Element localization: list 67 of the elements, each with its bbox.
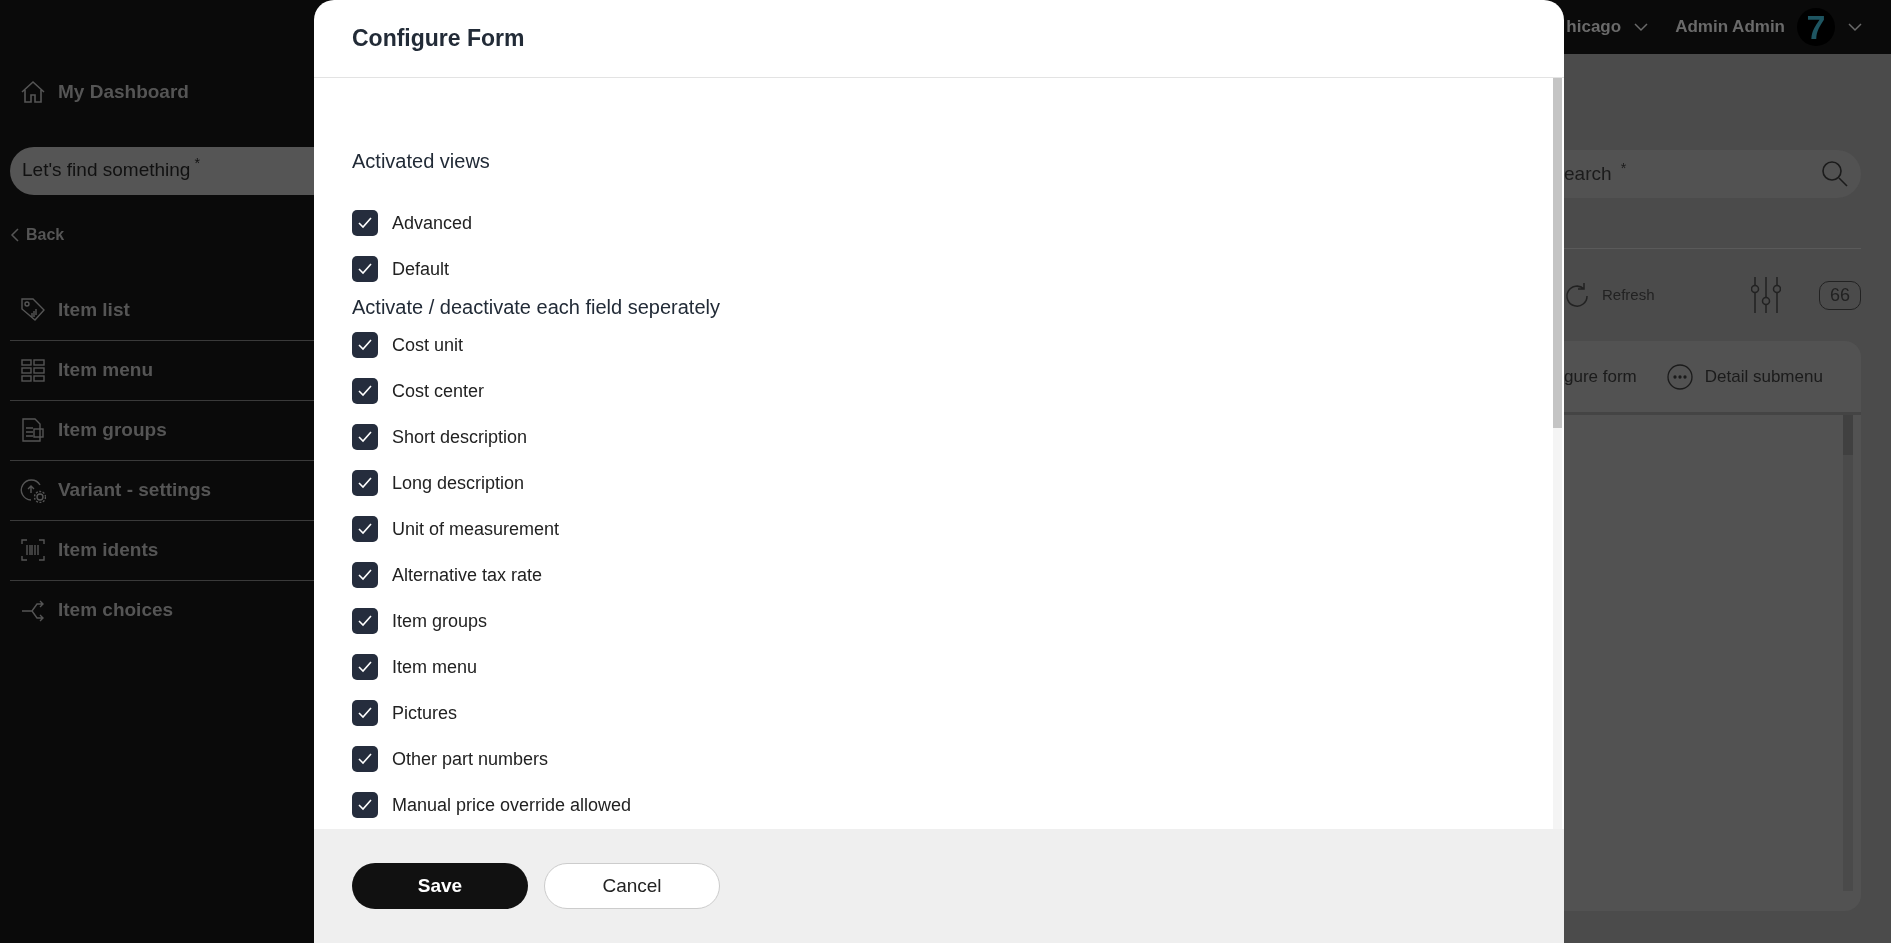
checkbox[interactable] <box>352 608 378 634</box>
sidebar-item[interactable]: Item idents <box>58 535 159 565</box>
check-icon <box>357 522 373 536</box>
checkbox[interactable] <box>352 562 378 588</box>
check-icon <box>357 430 373 444</box>
check-icon <box>357 476 373 490</box>
checkbox[interactable] <box>352 654 378 680</box>
chevron-down-icon <box>1633 22 1650 32</box>
checkbox-label: Manual price override allowed <box>392 793 632 817</box>
check-icon <box>357 614 373 628</box>
check-icon <box>357 338 373 352</box>
check-icon <box>357 706 373 720</box>
configure-form-button[interactable]: gure form <box>1564 363 1637 390</box>
home-icon <box>20 79 46 106</box>
save-button[interactable]: Save <box>352 863 528 909</box>
checkbox[interactable] <box>352 256 378 282</box>
modal-title: Configure Form <box>314 0 1564 78</box>
checkbox-label: Default <box>392 257 450 281</box>
sidebar-item[interactable]: Item choices <box>58 596 174 625</box>
avatar[interactable]: 7 <box>1797 8 1835 46</box>
sliders-icon[interactable] <box>1750 275 1781 315</box>
search-icon <box>1821 160 1849 188</box>
checkbox-label: Cost unit <box>392 333 464 357</box>
check-icon <box>357 568 373 582</box>
checkbox-label: Advanced <box>392 211 473 235</box>
checkbox[interactable] <box>352 378 378 404</box>
gear-icon <box>20 477 46 503</box>
checkbox-label: Other part numbers <box>392 747 549 771</box>
checkbox-label: Item groups <box>392 609 488 633</box>
check-icon <box>357 752 373 766</box>
checkbox[interactable] <box>352 792 378 818</box>
document-icon <box>20 417 46 443</box>
check-icon <box>357 798 373 812</box>
chevron-left-icon <box>10 226 20 243</box>
location-selector[interactable]: hicago <box>1566 14 1622 40</box>
back-link[interactable]: Back <box>26 222 65 247</box>
checkbox[interactable] <box>352 516 378 542</box>
checkbox-label: Long description <box>392 471 525 495</box>
checkbox[interactable] <box>352 470 378 496</box>
tag-icon <box>20 297 46 323</box>
check-icon <box>357 660 373 674</box>
cancel-button[interactable]: Cancel <box>544 863 720 909</box>
barcode-icon <box>20 537 46 563</box>
check-icon <box>357 384 373 398</box>
check-icon <box>357 216 373 230</box>
section-heading: Activated views <box>352 149 491 174</box>
nav-link[interactable]: My Dashboard <box>58 78 189 107</box>
check-icon <box>357 262 373 276</box>
section-heading: Activate / deactivate each field seperately <box>352 295 721 320</box>
sidebar-item[interactable]: Item menu <box>58 355 154 385</box>
checkbox-label: Cost center <box>392 379 485 403</box>
checkbox-label: Alternative tax rate <box>392 563 543 587</box>
user-name[interactable]: Admin Admin <box>1675 14 1785 40</box>
checkbox-label: Pictures <box>392 701 458 725</box>
checkbox-label: Short description <box>392 425 528 449</box>
sidebar-item[interactable]: Item groups <box>58 415 167 445</box>
checkbox[interactable] <box>352 700 378 726</box>
grid-icon <box>20 357 46 383</box>
checkbox-label: Item menu <box>392 655 478 679</box>
checkbox[interactable] <box>352 746 378 772</box>
chevron-down-icon <box>1847 22 1863 32</box>
checkbox-label: Unit of measurement <box>392 517 560 541</box>
sidebar-item[interactable]: Item list <box>58 295 130 325</box>
sidebar-item[interactable]: Variant - settings <box>58 475 212 505</box>
checkbox[interactable] <box>352 210 378 236</box>
checkbox[interactable] <box>352 332 378 358</box>
checkbox[interactable] <box>352 424 378 450</box>
